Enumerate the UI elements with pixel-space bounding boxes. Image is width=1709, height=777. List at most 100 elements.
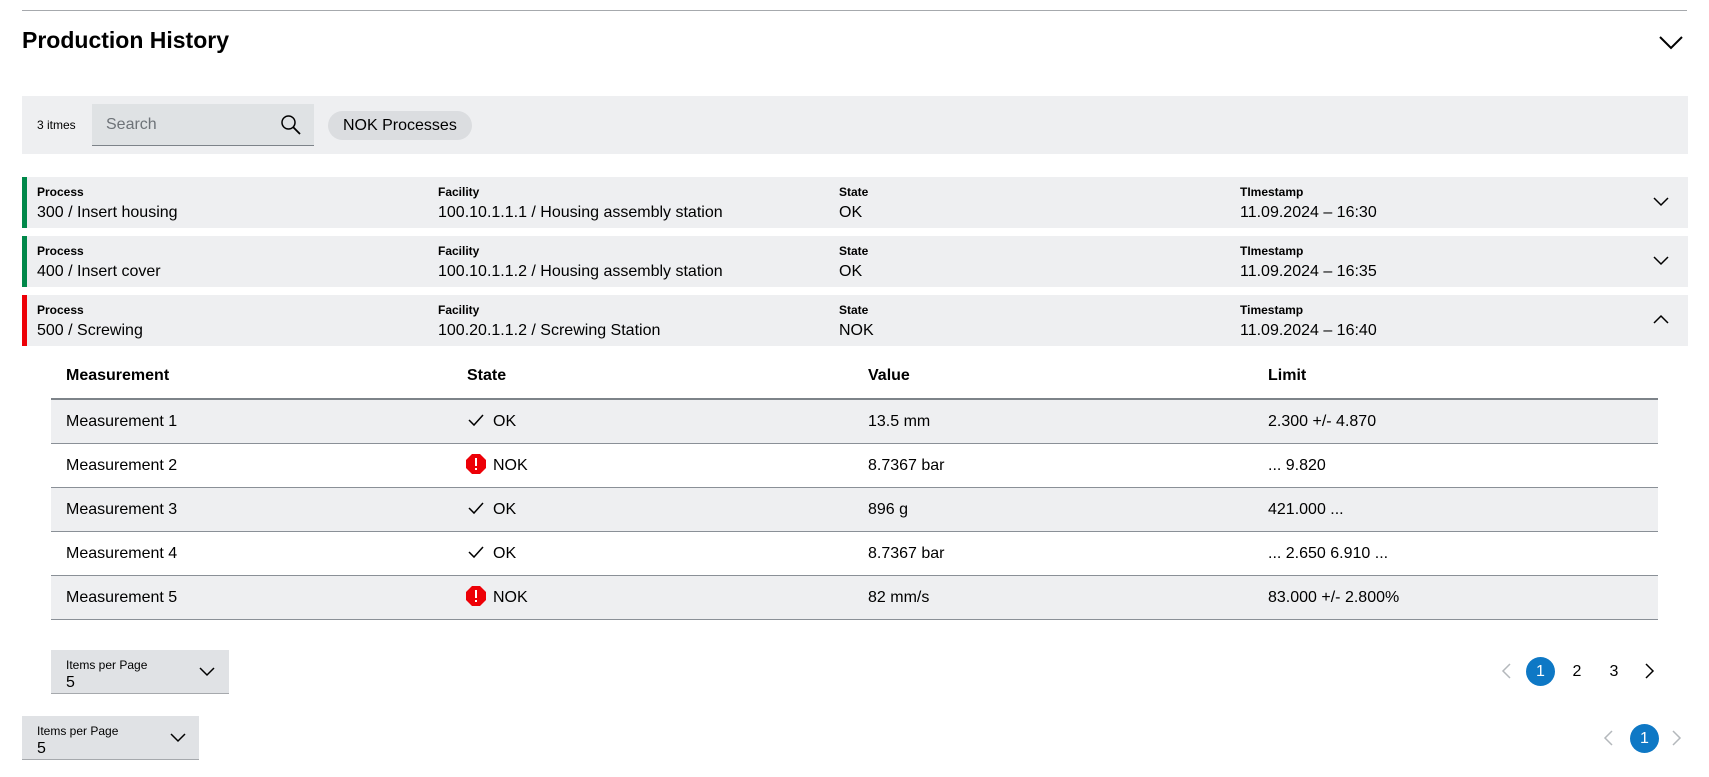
chevron-down-icon[interactable]	[1657, 30, 1685, 54]
column-header-value[interactable]: Value	[868, 360, 910, 392]
state-cell: State OK	[839, 184, 868, 223]
status-indicator	[22, 177, 27, 228]
chevron-up-icon[interactable]	[1651, 311, 1671, 329]
process-label: Process	[37, 244, 84, 258]
process-row-expanded[interactable]: Process 500 / Screwing Facility 100.20.1…	[22, 295, 1688, 346]
items-per-page-select[interactable]: Items per Page 5	[51, 650, 229, 694]
measurement-value: 896 g	[868, 501, 909, 518]
measurement-name: Measurement 1	[66, 413, 178, 430]
items-per-page-select[interactable]: Items per Page 5	[22, 716, 199, 760]
state-value: OK	[839, 263, 863, 280]
check-icon	[468, 502, 484, 515]
column-header-limit[interactable]: Limit	[1268, 360, 1306, 392]
chevron-right-icon[interactable]	[1668, 728, 1684, 748]
timestamp-value: 11.09.2024 – 16:40	[1240, 322, 1377, 339]
state-label: State	[839, 185, 869, 199]
facility-value: 100.10.1.1.2 / Housing assembly station	[438, 263, 723, 280]
process-row[interactable]: Process 300 / Insert housing Facility 10…	[22, 177, 1688, 228]
chevron-down-icon	[170, 733, 186, 743]
items-per-page-value: 5	[66, 674, 75, 691]
process-cell: Process 500 / Screwing	[37, 302, 143, 341]
process-value: 500 / Screwing	[37, 322, 143, 339]
page-button-1[interactable]: 1	[1630, 724, 1659, 753]
state-cell: State NOK	[839, 302, 874, 341]
facility-cell: Facility 100.10.1.1.2 / Housing assembly…	[438, 243, 723, 282]
measurement-value: 13.5 mm	[868, 413, 931, 430]
measurement-name: Measurement 2	[66, 457, 178, 474]
chevron-down-icon[interactable]	[1651, 193, 1671, 211]
page-button-2[interactable]: 2	[1567, 657, 1587, 686]
state-cell: State OK	[839, 243, 868, 282]
chevron-left-icon[interactable]	[1601, 728, 1617, 748]
chevron-left-icon[interactable]	[1499, 661, 1515, 681]
measurement-value: 8.7367 bar	[868, 545, 945, 562]
measurement-limit: ... 9.820	[1268, 457, 1326, 474]
column-header-measurement[interactable]: Measurement	[66, 360, 169, 392]
table-row[interactable]: Measurement 4 OK 8.7367 bar ... 2.650 6.…	[51, 532, 1658, 576]
facility-cell: Facility 100.10.1.1.1 / Housing assembly…	[438, 184, 723, 223]
timestamp-cell: TImestamp 11.09.2024 – 16:35	[1240, 243, 1377, 282]
items-per-page-value: 5	[37, 740, 46, 757]
column-header-state[interactable]: State	[467, 360, 506, 392]
table-row[interactable]: Measurement 5 NOK 82 mm/s 83.000 +/- 2.8…	[51, 576, 1658, 620]
measurement-limit: ... 2.650 6.910 ...	[1268, 545, 1389, 562]
timestamp-value: 11.09.2024 – 16:35	[1240, 263, 1377, 280]
alert-icon	[466, 586, 486, 607]
page-button-1[interactable]: 1	[1526, 657, 1555, 686]
table-row[interactable]: Measurement 3 OK 896 g 421.000 ...	[51, 488, 1658, 532]
measurement-value: 8.7367 bar	[868, 457, 945, 474]
measurement-state: OK	[465, 400, 516, 443]
state-text: NOK	[493, 457, 528, 474]
search-field[interactable]	[92, 104, 314, 146]
facility-value: 100.10.1.1.1 / Housing assembly station	[438, 204, 723, 221]
check-icon	[468, 546, 484, 559]
nok-processes-filter-chip[interactable]: NOK Processes	[328, 111, 472, 140]
alert-icon	[466, 454, 486, 475]
measurement-name: Measurement 4	[66, 545, 178, 562]
page-button-3[interactable]: 3	[1604, 657, 1624, 686]
measurement-name: Measurement 5	[66, 589, 178, 606]
state-text: NOK	[493, 589, 528, 606]
items-per-page-label: Items per Page	[66, 658, 148, 672]
process-label: Process	[37, 303, 84, 317]
measurement-name: Measurement 3	[66, 501, 178, 518]
measurement-state: NOK	[465, 444, 528, 487]
search-icon[interactable]	[280, 114, 302, 136]
state-label: State	[839, 303, 869, 317]
chevron-right-icon[interactable]	[1641, 661, 1657, 681]
table-header: Measurement State Value Limit	[51, 360, 1658, 400]
measurement-value: 82 mm/s	[868, 589, 930, 606]
check-icon	[468, 414, 484, 427]
facility-label: Facility	[438, 303, 480, 317]
timestamp-value: 11.09.2024 – 16:30	[1240, 204, 1377, 221]
state-label: State	[839, 244, 869, 258]
chevron-down-icon[interactable]	[1651, 252, 1671, 270]
state-text: OK	[493, 413, 517, 430]
measurements-table: Measurement State Value Limit Measuremen…	[51, 360, 1658, 620]
table-row[interactable]: Measurement 1 OK 13.5 mm 2.300 +/- 4.870	[51, 400, 1658, 444]
measurement-state: NOK	[465, 576, 528, 619]
process-value: 400 / Insert cover	[37, 263, 161, 280]
state-value: NOK	[839, 322, 874, 339]
facility-label: Facility	[438, 244, 480, 258]
page-title: Production History	[22, 27, 230, 53]
process-cell: Process 400 / Insert cover	[37, 243, 161, 282]
timestamp-label: Timestamp	[1240, 303, 1304, 317]
facility-cell: Facility 100.20.1.1.2 / Screwing Station	[438, 302, 660, 341]
measurement-state: OK	[465, 532, 516, 575]
chevron-down-icon	[199, 667, 215, 677]
status-indicator	[22, 236, 27, 287]
process-label: Process	[37, 185, 84, 199]
table-row[interactable]: Measurement 2 NOK 8.7367 bar ... 9.820	[51, 444, 1658, 488]
measurement-limit: 2.300 +/- 4.870	[1268, 413, 1377, 430]
process-row[interactable]: Process 400 / Insert cover Facility 100.…	[22, 236, 1688, 287]
facility-label: Facility	[438, 185, 480, 199]
measurement-state: OK	[465, 488, 516, 531]
measurement-limit: 421.000 ...	[1268, 501, 1344, 518]
facility-value: 100.20.1.1.2 / Screwing Station	[438, 322, 661, 339]
timestamp-label: TImestamp	[1240, 185, 1304, 199]
timestamp-cell: TImestamp 11.09.2024 – 16:30	[1240, 184, 1377, 223]
search-input[interactable]	[106, 114, 276, 136]
measurement-limit: 83.000 +/- 2.800%	[1268, 589, 1400, 606]
table-toolbar: 3 itmes NOK Processes	[22, 96, 1688, 154]
